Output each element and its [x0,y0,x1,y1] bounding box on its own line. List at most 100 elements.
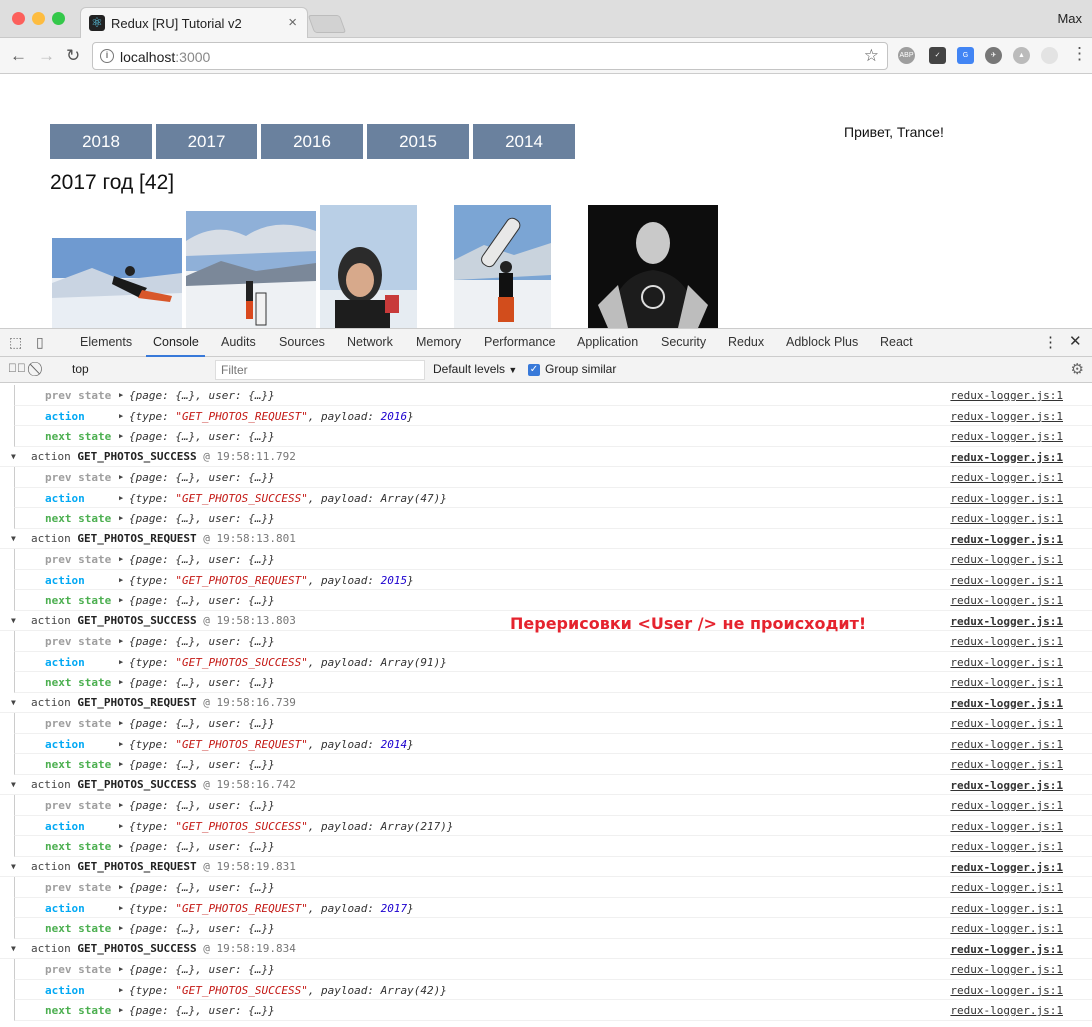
tab-audits[interactable]: Audits [221,335,256,349]
source-link[interactable]: redux-logger.js:1 [950,943,1063,956]
profile-name[interactable]: Max [1057,11,1082,26]
expand-triangle-icon[interactable]: ▶ [119,924,123,932]
expand-triangle-icon[interactable]: ▶ [119,576,123,584]
info-icon[interactable]: i [100,49,114,63]
source-link[interactable]: redux-logger.js:1 [950,738,1063,751]
source-link[interactable]: redux-logger.js:1 [950,492,1063,505]
url-text[interactable]: localhost:3000 [120,49,210,65]
tab-security[interactable]: Security [661,335,706,349]
collapse-arrow-icon[interactable]: ▼ [11,698,16,707]
log-object[interactable]: {type: "GET_PHOTOS_REQUEST", payload: 20… [129,902,414,915]
devtools-menu-icon[interactable]: ⋮ [1043,333,1058,351]
source-link[interactable]: redux-logger.js:1 [950,656,1063,669]
expand-triangle-icon[interactable]: ▶ [119,740,123,748]
log-group-header[interactable]: ▼ action GET_PHOTOS_SUCCESS @ 19:58:16.74… [0,775,1092,795]
expand-triangle-icon[interactable]: ▶ [119,822,123,830]
tab-application[interactable]: Application [577,335,638,349]
expand-triangle-icon[interactable]: ▶ [119,986,123,994]
source-link[interactable]: redux-logger.js:1 [950,512,1063,525]
expand-triangle-icon[interactable]: ▶ [119,432,123,440]
tab-elements[interactable]: Elements [80,335,132,349]
inspect-element-icon[interactable]: ⬚ [9,334,22,351]
collapse-arrow-icon[interactable]: ▼ [11,616,16,625]
source-link[interactable]: redux-logger.js:1 [950,963,1063,976]
expand-triangle-icon[interactable]: ▶ [119,842,123,850]
log-object[interactable]: {page: {…}, user: {…}} [129,799,275,812]
zoom-window-button[interactable] [52,12,65,25]
close-window-button[interactable] [12,12,25,25]
log-group-header[interactable]: ▼ action GET_PHOTOS_REQUEST @ 19:58:19.83… [0,857,1092,877]
source-link[interactable]: redux-logger.js:1 [950,922,1063,935]
source-link[interactable]: redux-logger.js:1 [950,717,1063,730]
sidebar-toggle-icon[interactable]: ▶⃞ [8,361,26,375]
tab-react[interactable]: React [880,335,913,349]
adblock-extension-icon[interactable]: ABP [898,47,915,64]
minimize-window-button[interactable] [32,12,45,25]
address-bar[interactable]: i localhost:3000 ☆ [92,42,888,70]
source-link[interactable]: redux-logger.js:1 [950,451,1063,464]
source-link[interactable]: redux-logger.js:1 [950,410,1063,423]
log-group-header[interactable]: ▼ action GET_PHOTOS_REQUEST @ 19:58:13.80… [0,529,1092,549]
back-arrow-icon[interactable]: ← [10,46,27,66]
log-object[interactable]: {page: {…}, user: {…}} [129,963,275,976]
tab-network[interactable]: Network [347,335,393,349]
expand-triangle-icon[interactable]: ▶ [119,514,123,522]
source-link[interactable]: redux-logger.js:1 [950,697,1063,710]
gear-icon[interactable]: ⚙ [1071,360,1084,378]
year-button-2017[interactable]: 2017 [156,124,257,159]
collapse-arrow-icon[interactable]: ▼ [11,452,16,461]
log-object[interactable]: {page: {…}, user: {…}} [129,553,275,566]
expand-triangle-icon[interactable]: ▶ [119,412,123,420]
source-link[interactable]: redux-logger.js:1 [950,881,1063,894]
collapse-arrow-icon[interactable]: ▼ [11,780,16,789]
log-object[interactable]: {page: {…}, user: {…}} [129,881,275,894]
source-link[interactable]: redux-logger.js:1 [950,533,1063,546]
expand-triangle-icon[interactable]: ▶ [119,760,123,768]
collapse-arrow-icon[interactable]: ▼ [11,534,16,543]
log-object[interactable]: {type: "GET_PHOTOS_REQUEST", payload: 20… [129,738,414,751]
console-filter-input[interactable] [215,360,425,380]
log-object[interactable]: {type: "GET_PHOTOS_REQUEST", payload: 20… [129,574,414,587]
expand-triangle-icon[interactable]: ▶ [119,719,123,727]
source-link[interactable]: redux-logger.js:1 [950,902,1063,915]
log-object[interactable]: {page: {…}, user: {…}} [129,758,275,771]
context-selector[interactable]: top [72,362,89,376]
bookmark-star-icon[interactable]: ☆ [864,46,879,66]
pocket-extension-icon[interactable]: ✓ [929,47,946,64]
source-link[interactable]: redux-logger.js:1 [950,840,1063,853]
expand-triangle-icon[interactable]: ▶ [119,904,123,912]
log-group-header[interactable]: ▼ action GET_PHOTOS_REQUEST @ 19:58:16.73… [0,693,1092,713]
source-link[interactable]: redux-logger.js:1 [950,779,1063,792]
source-link[interactable]: redux-logger.js:1 [950,861,1063,874]
year-button-2018[interactable]: 2018 [50,124,152,159]
source-link[interactable]: redux-logger.js:1 [950,758,1063,771]
collapse-arrow-icon[interactable]: ▼ [11,944,16,953]
source-link[interactable]: redux-logger.js:1 [950,676,1063,689]
source-link[interactable]: redux-logger.js:1 [950,799,1063,812]
source-link[interactable]: redux-logger.js:1 [950,635,1063,648]
log-object[interactable]: {page: {…}, user: {…}} [129,840,275,853]
source-link[interactable]: redux-logger.js:1 [950,594,1063,607]
log-object[interactable]: {page: {…}, user: {…}} [129,594,275,607]
drive-extension-icon[interactable]: ▲ [1013,47,1030,64]
translate-extension-icon[interactable]: G [957,47,974,64]
log-group-header[interactable]: ▼ action GET_PHOTOS_SUCCESS @ 19:58:19.83… [0,939,1092,959]
expand-triangle-icon[interactable]: ▶ [119,494,123,502]
log-object[interactable]: {page: {…}, user: {…}} [129,389,275,402]
log-object[interactable]: {page: {…}, user: {…}} [129,635,275,648]
log-object[interactable]: {type: "GET_PHOTOS_REQUEST", payload: 20… [129,410,414,423]
tab-memory[interactable]: Memory [416,335,461,349]
log-group-header[interactable]: ▼ action GET_PHOTOS_SUCCESS @ 19:58:11.79… [0,447,1092,467]
year-button-2016[interactable]: 2016 [261,124,363,159]
year-button-2014[interactable]: 2014 [473,124,575,159]
expand-triangle-icon[interactable]: ▶ [119,678,123,686]
expand-triangle-icon[interactable]: ▶ [119,637,123,645]
device-toolbar-icon[interactable]: ▯ [36,334,44,351]
expand-triangle-icon[interactable]: ▶ [119,555,123,563]
source-link[interactable]: redux-logger.js:1 [950,615,1063,628]
forward-arrow-icon[interactable]: → [38,46,55,66]
log-object[interactable]: {page: {…}, user: {…}} [129,512,275,525]
source-link[interactable]: redux-logger.js:1 [950,553,1063,566]
tab-performance[interactable]: Performance [484,335,556,349]
log-object[interactable]: {type: "GET_PHOTOS_SUCCESS", payload: Ar… [129,820,454,833]
